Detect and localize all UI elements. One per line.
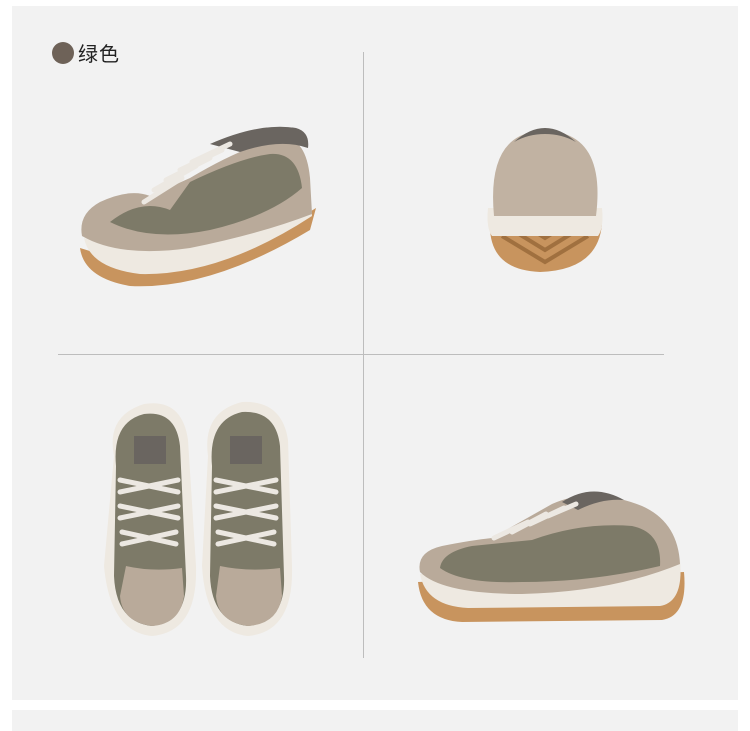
shoe-photo-rear [487,128,603,272]
shoe-photo-top-pair [104,401,293,636]
right-shoe [202,401,293,636]
leather-heel [493,130,598,216]
shoe-photo-side [418,491,685,622]
color-swatch-dot [52,41,74,64]
shoe-photo-three-quarter [80,126,316,287]
color-option-label: 绿色 [78,42,120,66]
left-shoe [104,403,197,636]
color-option: 绿色 [52,38,120,67]
horizontal-divider [58,354,664,355]
bottom-strip [12,710,738,731]
vertical-divider [363,52,364,658]
